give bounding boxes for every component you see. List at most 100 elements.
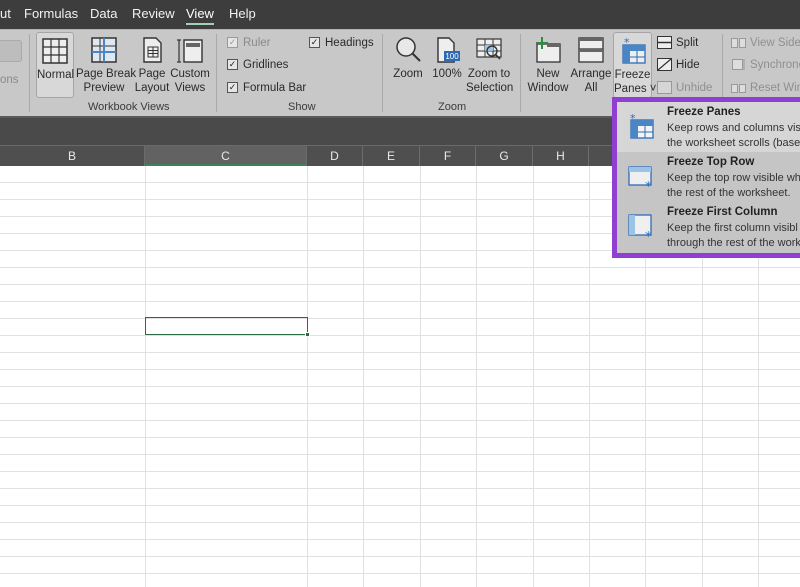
tab-view[interactable]: View <box>186 6 214 25</box>
column-header-d[interactable]: D <box>307 146 363 166</box>
row-gridline <box>0 267 800 268</box>
label-line: Zoom to <box>467 68 511 80</box>
split-button[interactable]: Split <box>657 35 698 51</box>
reset-window-position-button[interactable]: Reset Wind <box>731 80 800 96</box>
normal-grid-icon <box>42 38 68 64</box>
hide-icon <box>657 58 672 71</box>
page-100-icon: 100 <box>437 37 460 63</box>
arrange-all-button[interactable]: Arrange All <box>570 32 612 98</box>
tab-formulas[interactable]: Formulas <box>24 6 78 21</box>
page-layout-label: Page Layout <box>134 67 170 95</box>
fill-handle[interactable] <box>305 332 310 337</box>
formula-bar-label: Formula Bar <box>243 82 307 94</box>
svg-text:*: * <box>630 112 636 125</box>
column-header-f[interactable]: F <box>420 146 476 166</box>
label-line: Page Break <box>76 68 137 80</box>
arrange-all-label: Arrange All <box>570 67 612 95</box>
label-line: Selection <box>466 82 514 94</box>
svg-text:*: * <box>645 180 652 190</box>
reset-window-icon <box>731 84 746 93</box>
desc-line: the worksheet scrolls (based <box>667 137 800 149</box>
zoom-button[interactable]: Zoom <box>390 32 426 98</box>
desc-line: through the rest of the work <box>667 237 800 249</box>
unhide-button[interactable]: Unhide <box>657 80 712 96</box>
tab-help[interactable]: Help <box>229 6 256 21</box>
normal-label: Normal <box>37 69 75 81</box>
group-separator <box>520 34 521 112</box>
ruler-checkbox[interactable]: ✓ Ruler <box>227 35 270 51</box>
column-gridline <box>307 166 308 587</box>
view-side-by-side-button[interactable]: View Side b <box>731 35 800 51</box>
label-line: New <box>536 68 560 80</box>
page-break-icon <box>91 37 117 63</box>
zoom-100-label: 100% <box>432 68 462 80</box>
row-gridline <box>0 420 800 421</box>
tab-review[interactable]: Review <box>132 6 175 21</box>
desc-line: the rest of the worksheet. <box>667 187 791 199</box>
headings-checkbox[interactable]: ✓ Headings <box>309 35 374 51</box>
menu-item-freeze-top-row[interactable]: * Freeze Top Row Keep the top row visibl… <box>617 152 800 202</box>
freeze-panes-button[interactable]: * Freeze Panes ˅ <box>613 32 657 98</box>
row-gridline <box>0 335 800 336</box>
page-break-preview-button[interactable]: Page Break Preview <box>76 32 136 98</box>
synchronous-scrolling-label: Synchronou <box>750 59 800 71</box>
tab-insert-partial[interactable]: ut <box>0 6 11 21</box>
custom-views-button[interactable]: Custom Views <box>170 32 210 98</box>
new-window-button[interactable]: New Window <box>526 32 570 98</box>
row-gridline <box>0 488 800 489</box>
page-layout-button[interactable]: Page Layout <box>134 32 170 98</box>
hide-label: Hide <box>676 59 700 71</box>
split-label: Split <box>676 37 699 49</box>
group-separator <box>29 34 30 112</box>
freeze-top-row-icon: * <box>628 166 652 190</box>
freeze-panes-title: Freeze Panes <box>667 106 741 118</box>
row-gridline <box>0 471 800 472</box>
label-line: Views <box>174 82 206 94</box>
new-window-label: New Window <box>526 67 570 95</box>
column-header-c[interactable]: C <box>145 146 307 166</box>
sheet-view-dropdown[interactable] <box>0 40 22 62</box>
group-separator <box>216 34 217 112</box>
gridlines-checkbox[interactable]: ✓ Gridlines <box>227 57 288 73</box>
checkmark-icon: ✓ <box>227 82 238 93</box>
side-by-side-icon <box>731 38 746 48</box>
checkmark-icon: ✓ <box>227 37 238 48</box>
hide-button[interactable]: Hide <box>657 57 700 73</box>
svg-text:*: * <box>624 37 630 49</box>
column-header-g[interactable]: G <box>476 146 533 166</box>
row-gridline <box>0 369 800 370</box>
column-gridline <box>476 166 477 587</box>
unhide-icon <box>657 81 672 94</box>
zoom-group-label: Zoom <box>438 101 467 113</box>
magnifier-icon <box>396 37 421 62</box>
normal-view-button[interactable]: Normal <box>36 32 74 98</box>
menu-item-freeze-first-column[interactable]: * Freeze First Column Keep the first col… <box>617 202 800 252</box>
zoom-100-button[interactable]: 100 100% <box>430 32 464 98</box>
tab-data[interactable]: Data <box>90 6 117 21</box>
row-gridline <box>0 437 800 438</box>
freeze-first-column-title: Freeze First Column <box>667 206 778 218</box>
checkmark-icon: ✓ <box>227 59 238 70</box>
synchronous-scrolling-button[interactable]: Synchronou <box>731 57 800 73</box>
row-gridline <box>0 573 800 574</box>
selected-cell[interactable] <box>145 317 310 337</box>
freeze-first-column-icon: * <box>628 214 652 240</box>
row-gridline <box>0 318 800 319</box>
custom-views-label: Custom Views <box>170 67 210 95</box>
page-layout-icon <box>143 37 162 63</box>
svg-text:*: * <box>645 230 652 240</box>
column-gridline <box>420 166 421 587</box>
column-gridline <box>589 166 590 587</box>
column-header-b[interactable]: B <box>0 146 145 166</box>
formula-bar-checkbox[interactable]: ✓ Formula Bar <box>227 80 306 96</box>
label-line: Preview <box>83 82 125 94</box>
new-window-icon <box>536 37 561 63</box>
column-gridline <box>145 166 146 587</box>
zoom-to-selection-button[interactable]: Zoom to Selection <box>466 32 514 98</box>
column-header-h[interactable]: H <box>533 146 589 166</box>
zoom-label: Zoom <box>393 68 423 80</box>
row-gridline <box>0 403 800 404</box>
menu-item-freeze-panes[interactable]: * Freeze Panes Keep rows and columns vis… <box>617 102 800 152</box>
row-gridline <box>0 556 800 557</box>
column-header-e[interactable]: E <box>363 146 420 166</box>
